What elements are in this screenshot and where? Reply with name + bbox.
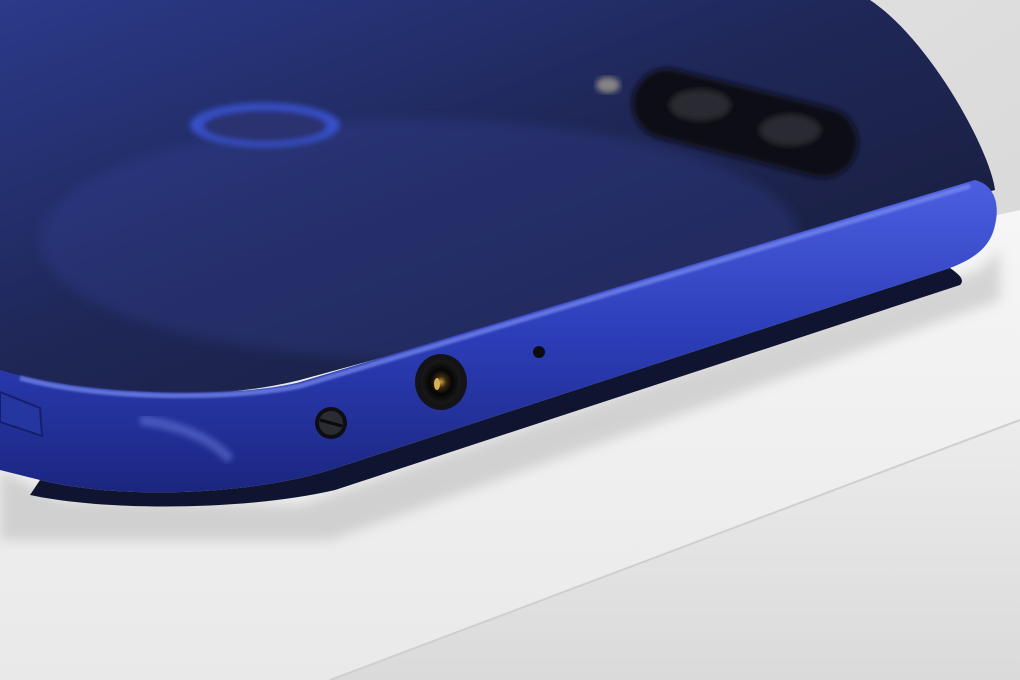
photo-illustration bbox=[0, 0, 1020, 680]
microphone-hole bbox=[533, 346, 545, 358]
frame-screw bbox=[315, 407, 347, 439]
led-flash bbox=[596, 77, 620, 93]
photo-scene bbox=[0, 0, 1020, 680]
fingerprint-sensor bbox=[190, 103, 340, 147]
headphone-jack bbox=[415, 354, 467, 410]
